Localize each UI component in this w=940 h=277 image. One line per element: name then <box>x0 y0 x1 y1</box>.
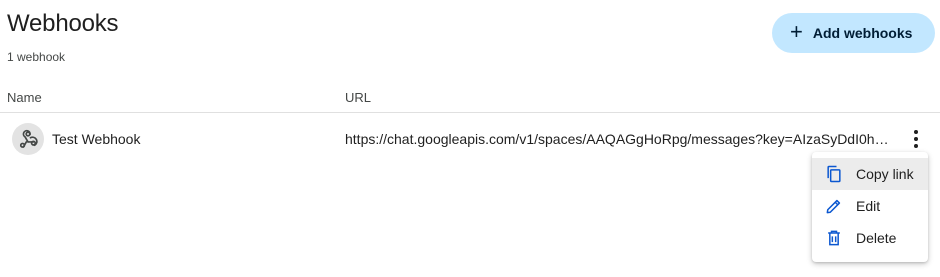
trash-icon <box>828 230 840 246</box>
menu-item-label: Delete <box>856 230 897 246</box>
webhook-url: https://chat.googleapis.com/v1/spaces/AA… <box>345 131 895 147</box>
table-row[interactable]: Test Webhook https://chat.googleapis.com… <box>0 113 940 165</box>
column-header-name: Name <box>7 90 42 105</box>
plus-icon: + <box>790 19 803 44</box>
menu-item-copy-link[interactable]: Copy link <box>812 158 928 190</box>
more-options-icon[interactable] <box>906 127 926 151</box>
copy-icon <box>827 165 841 183</box>
webhook-count: 1 webhook <box>7 50 66 64</box>
menu-item-delete[interactable]: Delete <box>812 222 928 254</box>
add-webhooks-label: Add webhooks <box>812 25 913 41</box>
page-title: Webhooks <box>7 10 119 37</box>
add-webhooks-button[interactable]: + Add webhooks <box>772 13 935 53</box>
webhook-icon <box>12 123 44 155</box>
table-header: Name URL <box>0 86 940 113</box>
webhook-name: Test Webhook <box>52 131 141 147</box>
menu-item-edit[interactable]: Edit <box>812 190 928 222</box>
menu-item-label: Edit <box>856 198 881 214</box>
menu-item-label: Copy link <box>856 166 914 182</box>
column-header-url: URL <box>345 90 372 105</box>
pencil-icon <box>826 199 841 214</box>
row-actions-menu: Copy link Edit Delete <box>812 152 928 262</box>
